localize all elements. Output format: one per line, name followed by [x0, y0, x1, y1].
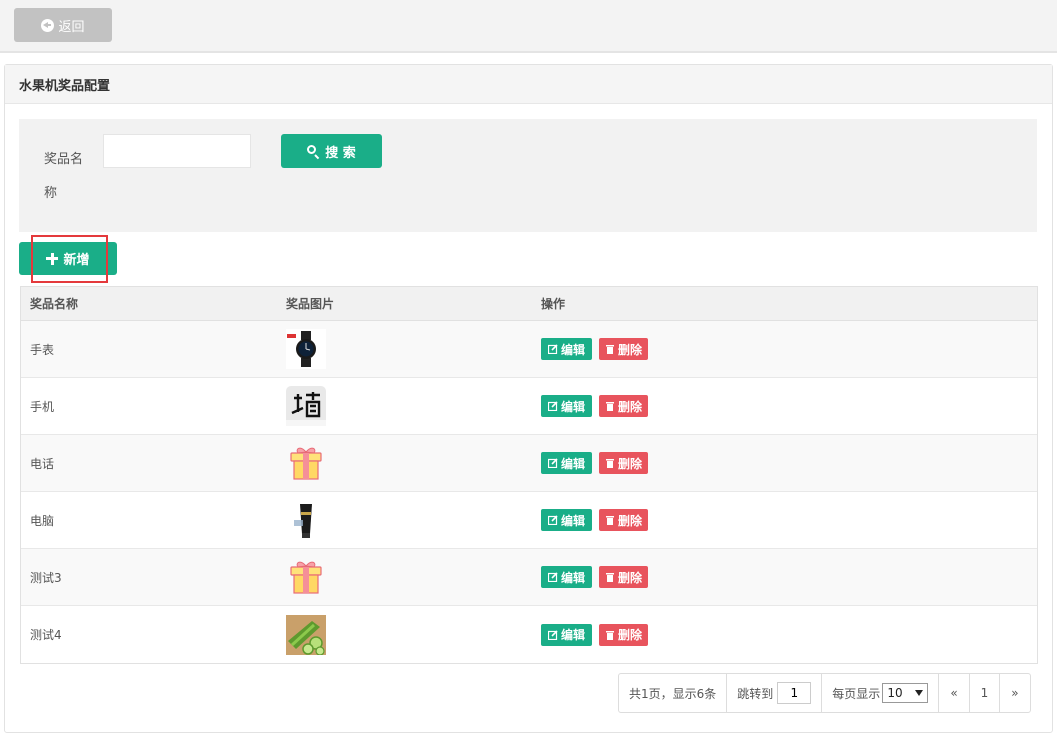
search-area: 奖品名称 搜 索 — [19, 119, 1037, 232]
pagination: 共1页，显示6条 跳转到 每页显示 10 « 1 » — [618, 673, 1031, 713]
watch-image — [286, 329, 326, 369]
prize-name: 测试4 — [30, 628, 62, 642]
jump-page-input[interactable] — [777, 682, 812, 704]
delete-label: 删除 — [617, 342, 642, 357]
back-button[interactable]: 返回 — [14, 8, 112, 42]
prize-name-input[interactable] — [103, 134, 251, 168]
trash-icon — [605, 459, 614, 468]
table-row: 测试4 编辑 删除 — [21, 606, 1037, 663]
top-toolbar: 返回 — [0, 0, 1057, 53]
table-row: 电脑 编辑 删除 — [21, 492, 1037, 549]
edit-button[interactable]: 编辑 — [541, 395, 592, 417]
edit-label: 编辑 — [560, 399, 585, 414]
edit-button[interactable]: 编辑 — [541, 452, 592, 474]
back-button-label: 返回 — [58, 19, 85, 35]
delete-button[interactable]: 删除 — [599, 338, 648, 360]
trash-icon — [605, 402, 614, 411]
prize-table: 奖品名称 奖品图片 操作 手表 编辑 删除 手机 编辑 删除 电话 编辑 删除 … — [20, 286, 1038, 664]
delete-label: 删除 — [617, 628, 642, 642]
table-row: 手机 编辑 删除 — [21, 378, 1037, 435]
edit-button[interactable]: 编辑 — [541, 566, 592, 588]
cucumber-image — [286, 614, 326, 655]
prize-config-panel: 水果机奖品配置 奖品名称 搜 索 新增 奖品名称 奖品图片 操作 手表 编辑 删… — [4, 64, 1053, 733]
prize-name: 手机 — [30, 399, 55, 414]
column-header-name: 奖品名称 — [30, 297, 79, 311]
add-button[interactable]: 新增 — [19, 242, 117, 275]
table-header: 奖品名称 奖品图片 操作 — [21, 287, 1037, 321]
edit-icon — [547, 515, 558, 525]
per-page-value: 10 — [887, 686, 903, 700]
arrow-left-circle-icon — [41, 18, 55, 32]
page-jump: 跳转到 — [727, 674, 823, 712]
prize-name: 电脑 — [30, 513, 55, 528]
trash-icon — [605, 630, 614, 640]
column-header-actions: 操作 — [541, 297, 566, 311]
prev-page-button[interactable]: « — [939, 674, 970, 712]
edit-icon — [547, 344, 558, 354]
search-button-label: 搜 索 — [325, 145, 356, 161]
edit-label: 编辑 — [560, 570, 585, 585]
edit-icon — [547, 458, 558, 468]
delete-label: 删除 — [617, 456, 642, 471]
delete-button[interactable]: 删除 — [599, 452, 648, 474]
table-row: 电话 编辑 删除 — [21, 435, 1037, 492]
caret-down-icon — [915, 690, 924, 696]
per-page-label: 每页显示 — [832, 686, 881, 701]
gift-box-image — [290, 447, 322, 480]
trash-icon — [605, 573, 614, 582]
delete-button[interactable]: 删除 — [599, 566, 648, 588]
edit-icon — [547, 572, 558, 582]
search-icon — [307, 144, 320, 158]
table-row: 手表 编辑 删除 — [21, 321, 1037, 378]
table-row: 测试3 编辑 删除 — [21, 549, 1037, 606]
next-page-button[interactable]: » — [1000, 674, 1029, 712]
trash-icon — [605, 345, 614, 354]
prize-name: 电话 — [30, 456, 55, 471]
prize-name: 测试3 — [30, 570, 62, 585]
search-button[interactable]: 搜 索 — [281, 134, 382, 168]
per-page: 每页显示 10 — [822, 674, 940, 712]
page-summary: 共1页，显示6条 — [619, 674, 728, 712]
page-number-1[interactable]: 1 — [970, 674, 1001, 712]
edit-icon — [547, 629, 558, 640]
wall-char-image — [286, 386, 326, 426]
delete-label: 删除 — [617, 513, 642, 528]
delete-label: 删除 — [617, 570, 642, 585]
edit-label: 编辑 — [560, 628, 585, 642]
per-page-select[interactable]: 10 — [882, 683, 929, 703]
plus-icon — [46, 252, 59, 265]
trash-icon — [605, 516, 614, 525]
delete-button[interactable]: 删除 — [599, 395, 648, 417]
prize-name: 手表 — [30, 342, 55, 357]
panel-title: 水果机奖品配置 — [5, 65, 1052, 104]
edit-label: 编辑 — [560, 513, 585, 528]
edit-button[interactable]: 编辑 — [541, 623, 592, 646]
edit-button[interactable]: 编辑 — [541, 509, 592, 531]
delete-button[interactable]: 删除 — [599, 509, 648, 531]
search-label: 奖品名称 — [44, 152, 84, 201]
delete-label: 删除 — [617, 399, 642, 414]
edit-label: 编辑 — [560, 456, 585, 471]
column-header-image: 奖品图片 — [286, 297, 335, 311]
delete-button[interactable]: 删除 — [599, 623, 648, 646]
jump-label: 跳转到 — [737, 686, 774, 701]
edit-label: 编辑 — [560, 342, 585, 357]
edit-button[interactable]: 编辑 — [541, 338, 592, 360]
edit-icon — [547, 401, 558, 411]
add-button-label: 新增 — [63, 253, 90, 268]
gift-box-image — [290, 561, 322, 594]
product-tube-image — [286, 500, 326, 540]
